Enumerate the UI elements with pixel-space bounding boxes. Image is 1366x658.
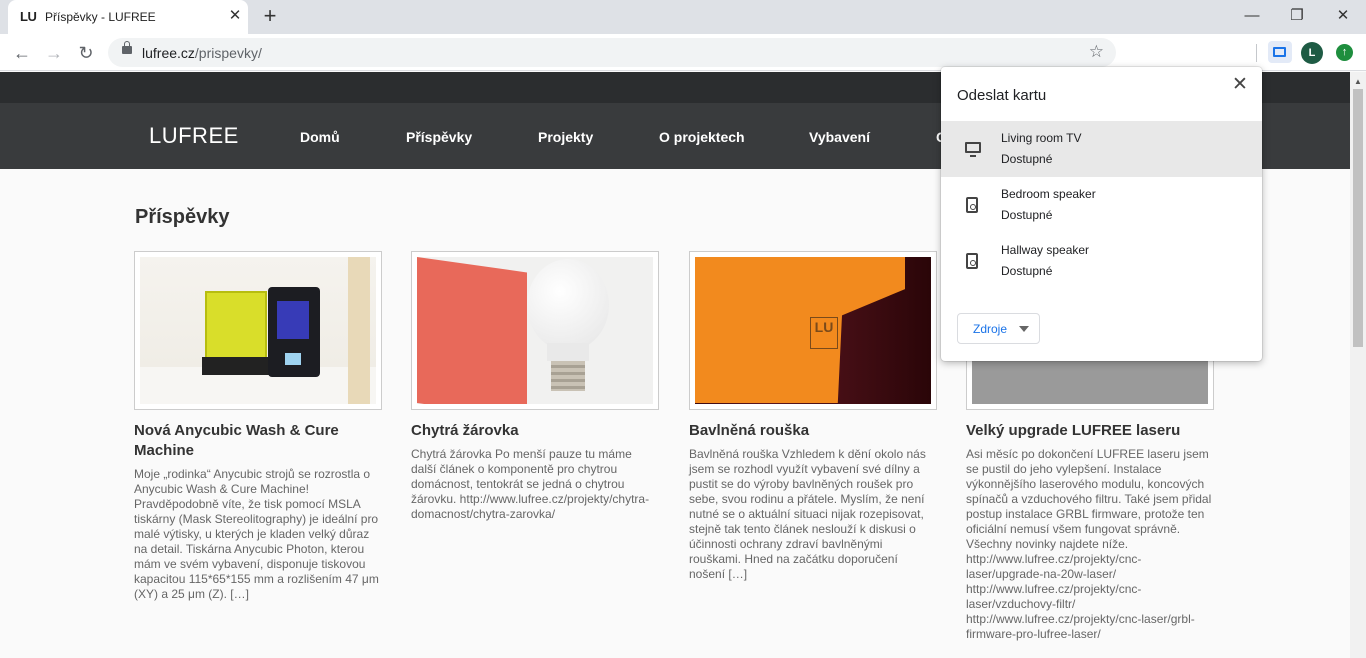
scroll-thumb[interactable] <box>1353 89 1363 347</box>
caret-down-icon <box>1019 326 1029 332</box>
nav-link-projekty[interactable]: Projekty <box>538 129 593 145</box>
site-favicon-icon: LU <box>20 9 37 24</box>
post-title[interactable]: Velký upgrade LUFREE laseru <box>966 421 1214 441</box>
restore-window-button[interactable]: ❐ <box>1282 6 1312 26</box>
photo-wash-base <box>202 357 270 375</box>
new-tab-button[interactable]: + <box>260 4 280 28</box>
lock-icon[interactable] <box>122 41 132 54</box>
reload-button[interactable]: ↻ <box>74 41 98 65</box>
mask-photo: LU <box>695 257 931 404</box>
tab-title: Příspěvky - LUFREE <box>45 10 156 24</box>
sink-bedroom-speaker[interactable]: Bedroom speaker Dostupné <box>941 177 1262 233</box>
back-button[interactable]: ← <box>10 41 34 65</box>
bulb-photo <box>417 257 653 404</box>
photo-cloth <box>695 257 905 403</box>
sink-status: Dostupné <box>1001 264 1053 278</box>
post-title[interactable]: Chytrá žárovka <box>411 421 659 441</box>
mask-logo: LU <box>810 317 838 349</box>
cast-icon[interactable] <box>1268 41 1292 63</box>
printer-photo <box>140 257 376 404</box>
tab-strip: LU Příspěvky - LUFREE ✕ + — ❐ ✕ <box>0 0 1366 34</box>
photo-bulb <box>527 259 609 351</box>
sink-status: Dostupné <box>1001 152 1053 166</box>
close-window-button[interactable]: ✕ <box>1328 6 1358 26</box>
post-title[interactable]: Bavlněná rouška <box>689 421 937 441</box>
profile-avatar[interactable]: L <box>1301 42 1323 64</box>
address-bar[interactable]: lufree.cz/prispevky/ ☆ <box>108 38 1116 67</box>
tab-close-icon[interactable]: ✕ <box>226 7 244 25</box>
url-host: lufree.cz <box>142 45 195 61</box>
update-icon[interactable]: ↑ <box>1336 44 1353 61</box>
post-excerpt: Asi měsíc po dokončení LUFREE laseru jse… <box>966 447 1212 641</box>
post-thumbnail[interactable] <box>134 251 382 410</box>
sink-living-room-tv[interactable]: Living room TV Dostupné <box>941 121 1262 177</box>
nav-link-domu[interactable]: Domů <box>300 129 340 145</box>
post-card: LU Bavlněná rouška Bavlněná rouška Vzhle… <box>689 251 937 582</box>
sink-status: Dostupné <box>1001 208 1053 222</box>
photo-bulb-neck <box>547 343 589 361</box>
photo-printer-screen <box>285 353 301 365</box>
tv-icon <box>965 142 981 157</box>
sources-label: Zdroje <box>973 322 1008 336</box>
photo-wood-panel <box>348 257 370 404</box>
nav-link-vybaveni[interactable]: Vybavení <box>809 129 870 145</box>
bookmark-star-icon[interactable]: ☆ <box>1089 42 1104 62</box>
post-card: Nová Anycubic Wash & Cure Machine Moje „… <box>134 251 382 602</box>
page-scrollbar[interactable]: ▲ <box>1350 72 1366 658</box>
cast-dialog: Odeslat kartu ✕ Living room TV Dostupné … <box>941 67 1262 361</box>
photo-bulb-base <box>551 361 585 391</box>
forward-button[interactable]: → <box>42 41 66 65</box>
sources-dropdown-button[interactable]: Zdroje <box>957 313 1040 344</box>
post-excerpt: Chytrá žárovka Po menší pauze tu máme da… <box>411 447 650 521</box>
minimize-window-button[interactable]: — <box>1237 6 1267 26</box>
nav-link-o-projektech[interactable]: O projektech <box>659 129 745 145</box>
url-text[interactable]: lufree.cz/prispevky/ <box>142 45 262 61</box>
url-path: /prispevky/ <box>194 45 262 61</box>
photo-box <box>417 257 527 404</box>
scroll-up-icon[interactable]: ▲ <box>1354 77 1362 86</box>
speaker-icon <box>966 197 978 213</box>
nav-link-prispevky[interactable]: Příspěvky <box>406 129 472 145</box>
close-icon[interactable]: ✕ <box>1230 75 1250 95</box>
active-tab[interactable]: LU Příspěvky - LUFREE ✕ <box>8 0 248 34</box>
speaker-icon <box>966 253 978 269</box>
browser-toolbar: ← → ↻ lufree.cz/prispevky/ ☆ L ↑ <box>0 34 1366 71</box>
post-thumbnail[interactable] <box>411 251 659 410</box>
page-title: Příspěvky <box>135 206 230 228</box>
post-card: Chytrá žárovka Chytrá žárovka Po menší p… <box>411 251 659 522</box>
sink-name: Bedroom speaker <box>1001 187 1096 201</box>
post-thumbnail[interactable]: LU <box>689 251 937 410</box>
post-excerpt: Moje „rodinka“ Anycubic strojů se rozros… <box>134 467 379 601</box>
cast-dialog-title: Odeslat kartu <box>957 87 1047 104</box>
photo-printer-lid <box>277 301 309 339</box>
post-excerpt: Bavlněná rouška Vzhledem k dění okolo ná… <box>689 447 926 581</box>
site-logo[interactable]: LUFREE <box>149 123 239 149</box>
sink-name: Hallway speaker <box>1001 243 1090 257</box>
toolbar-separator <box>1256 44 1257 62</box>
sink-hallway-speaker[interactable]: Hallway speaker Dostupné <box>941 233 1262 289</box>
post-title[interactable]: Nová Anycubic Wash & Cure Machine <box>134 421 382 461</box>
sink-name: Living room TV <box>1001 131 1082 145</box>
